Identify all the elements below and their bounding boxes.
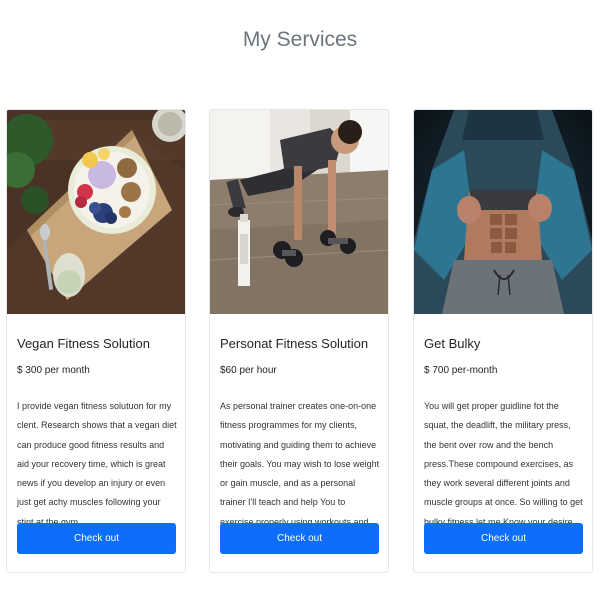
card-price: $ 300 per month [17,365,90,376]
check-out-button[interactable]: Check out [424,523,583,554]
service-card-bulky: Get Bulky $ 700 per-month You will get p… [413,109,593,573]
vegan-food-bowl-image [7,110,185,314]
card-price: $60 per hour [220,365,277,376]
card-title: Get Bulky [424,336,481,351]
check-out-button[interactable]: Check out [17,523,176,554]
card-price: $ 700 per-month [424,365,498,376]
pushup-dumbbells-image [210,110,388,314]
card-description: I provide vegan fitness solutuon for my … [17,401,177,527]
service-card-personal: Personat Fitness Solution $60 per hour A… [209,109,389,573]
service-card-vegan: Vegan Fitness Solution $ 300 per month I… [6,109,186,573]
check-out-button[interactable]: Check out [220,523,379,554]
services-card-list: Vegan Fitness Solution $ 300 per month I… [0,109,600,575]
card-title: Vegan Fitness Solution [17,336,150,351]
card-title: Personat Fitness Solution [220,336,369,351]
muscular-abs-hoodie-image [414,110,592,314]
page-title: My Services [242,28,358,51]
